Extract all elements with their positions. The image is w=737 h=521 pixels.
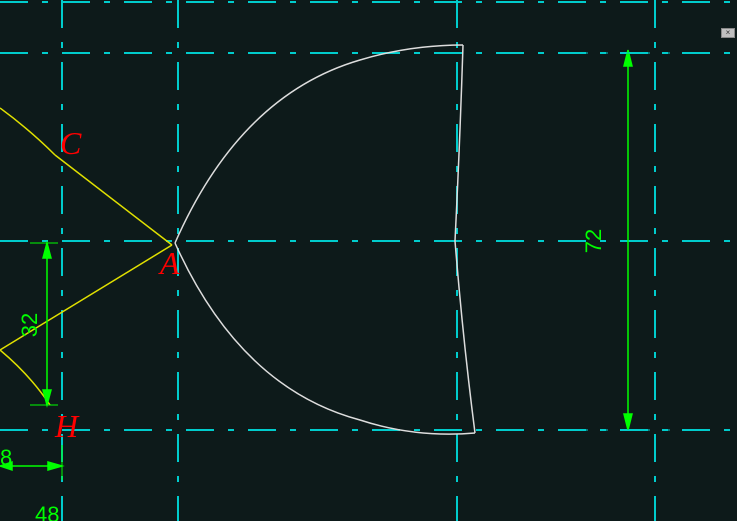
- dimensions: [0, 50, 680, 480]
- cad-viewport[interactable]: C A H 32 72 8 48 ×: [0, 0, 737, 521]
- close-icon[interactable]: ×: [721, 28, 735, 38]
- drawing-layer: [0, 0, 737, 521]
- construction-lines: [0, 0, 737, 521]
- white-geometry: [175, 45, 475, 434]
- yellow-geometry: [0, 108, 172, 405]
